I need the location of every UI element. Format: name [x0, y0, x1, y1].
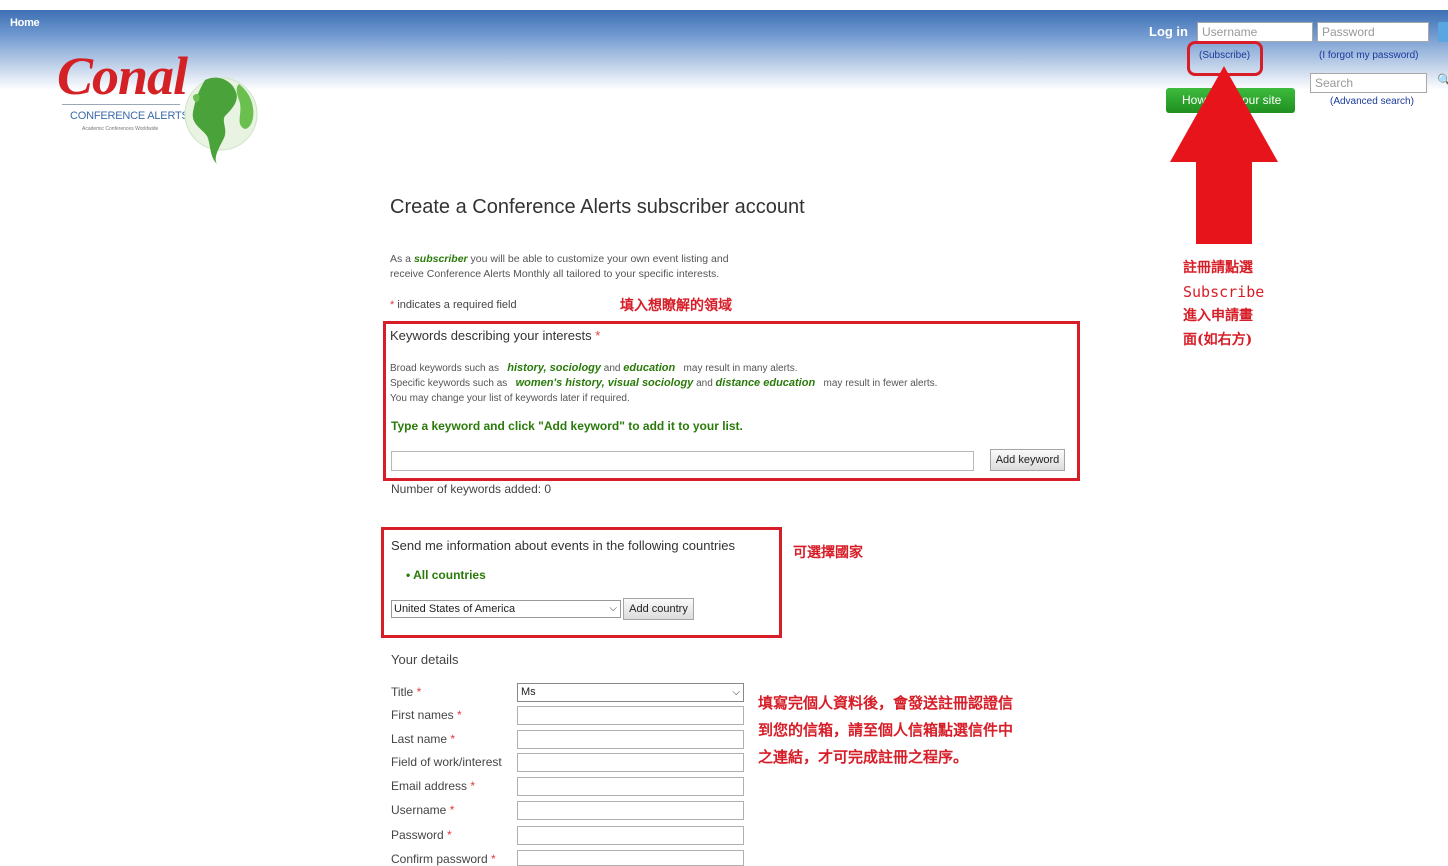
subscribe-annotation-line4: 面(如右方): [1183, 332, 1253, 348]
details-annotation-line3: 之連結，才可完成註冊之程序。: [758, 748, 969, 766]
kw-line2-and: and: [693, 378, 716, 389]
kw-line1-ex1: history: [507, 362, 544, 374]
page-title: Create a Conference Alerts subscriber ac…: [390, 196, 805, 218]
keyword-input[interactable]: [391, 451, 974, 471]
logo-wordmark[interactable]: Conal: [57, 45, 188, 107]
kw-line2-prefix: Specific keywords such as: [390, 378, 511, 389]
kw-line1-suffix: may result in many alerts.: [680, 363, 798, 374]
subscribe-annotation-line2: Subscribe: [1183, 283, 1265, 301]
keywords-heading: Keywords describing your interests *: [390, 328, 600, 343]
first-names-field[interactable]: [517, 706, 744, 725]
search-input[interactable]: Search: [1310, 73, 1427, 93]
home-link[interactable]: Home: [10, 17, 40, 29]
kw-line1-prefix: Broad keywords such as: [390, 363, 502, 374]
go-icon[interactable]: [1438, 22, 1448, 42]
country-select[interactable]: United States of America ⌵: [391, 600, 621, 618]
globe-icon: [184, 77, 258, 164]
email-field[interactable]: [517, 777, 744, 796]
logo-subtitle: CONFERENCE ALERTS: [70, 110, 189, 122]
keywords-required-asterisk: *: [595, 328, 601, 343]
logo-tagline: Academic Conferences Worldwide: [82, 126, 159, 132]
username-field[interactable]: [517, 801, 744, 820]
keywords-help-line1: Broad keywords such as history, sociolog…: [390, 362, 798, 374]
kw-line1-ex3: education: [623, 362, 676, 374]
keywords-instruction: Type a keyword and click "Add keyword" t…: [391, 419, 743, 433]
kw-line2-ex3: distance education: [715, 377, 816, 389]
keywords-help-line2: Specific keywords such as women's histor…: [390, 377, 938, 389]
title-select-value: Ms: [521, 686, 536, 698]
details-annotation: 填寫完個人資料後，會發送註冊認證信 到您的信箱，請至個人信箱點選信件中 之連結，…: [758, 690, 1013, 771]
password-input[interactable]: Password: [1317, 22, 1429, 42]
details-heading: Your details: [391, 652, 459, 667]
keywords-help-line3: You may change your list of keywords lat…: [390, 393, 630, 404]
first-names-label: First names *: [391, 708, 462, 722]
keywords-help: Broad keywords such as history, sociolog…: [390, 361, 937, 406]
confirm-password-field[interactable]: [517, 850, 744, 866]
required-note: * indicates a required field: [390, 299, 517, 311]
last-name-label: Last name *: [391, 732, 456, 746]
intro-suffix: you will be able to customize your own e…: [467, 253, 729, 265]
username-label: Username *: [391, 803, 455, 817]
intro-subscriber: subscriber: [413, 253, 468, 265]
log-in-label: Log in: [1149, 24, 1188, 39]
subscribe-annotation-line1: 註冊請點選: [1183, 260, 1253, 276]
username-input[interactable]: Username: [1197, 22, 1313, 42]
all-countries-item: • All countries: [406, 568, 486, 582]
required-note-text: indicates a required field: [394, 299, 517, 311]
title-select[interactable]: Ms ⌵: [517, 683, 744, 702]
kw-line1-ex2: sociology: [549, 362, 602, 374]
countries-heading: Send me information about events in the …: [391, 538, 735, 553]
intro-text: As a subscriber you will be able to cust…: [390, 252, 750, 282]
keyword-count: Number of keywords added: 0: [391, 482, 552, 496]
chevron-down-icon: ⌵: [609, 603, 617, 614]
arrow-up-icon: [1170, 66, 1278, 244]
kw-line2-suffix: may result in fewer alerts.: [820, 378, 938, 389]
details-annotation-line1: 填寫完個人資料後，會發送註冊認證信: [758, 694, 1014, 712]
intro-prefix: As a: [390, 253, 414, 265]
password-label: Password *: [391, 828, 452, 842]
subscribe-annotation: 註冊請點選 Subscribe 進入申請畫 面(如右方): [1183, 256, 1264, 352]
subscribe-annotation-line3: 進入申請畫: [1183, 308, 1253, 324]
country-select-value: United States of America: [394, 603, 516, 615]
chevron-down-icon: ⌵: [732, 687, 740, 698]
advanced-search-link[interactable]: (Advanced search): [1330, 96, 1414, 107]
country-annotation: 可選擇國家: [793, 545, 863, 561]
last-name-field[interactable]: [517, 730, 744, 749]
search-icon[interactable]: 🔍: [1437, 73, 1448, 87]
field-of-work-field[interactable]: [517, 753, 744, 772]
email-label: Email address *: [391, 779, 476, 793]
keywords-heading-text: Keywords describing your interests: [390, 328, 592, 343]
title-label: Title *: [391, 685, 422, 699]
forgot-password-link[interactable]: (I forgot my password): [1319, 50, 1418, 61]
logo-divider: [62, 104, 180, 105]
field-of-work-label: Field of work/interest: [391, 755, 502, 769]
confirm-password-label: Confirm password *: [391, 852, 496, 866]
password-field[interactable]: [517, 826, 744, 845]
details-annotation-line2: 到您的信箱，請至個人信箱點選信件中: [758, 721, 1014, 739]
kw-line2-ex1: women's history: [515, 377, 602, 389]
kw-line1-and: and: [601, 363, 624, 374]
add-keyword-button[interactable]: Add keyword: [990, 449, 1065, 471]
keywords-annotation: 填入想瞭解的領域: [620, 298, 732, 314]
intro-line2: receive Conference Alerts Monthly all ta…: [390, 268, 720, 280]
kw-line2-ex2: visual sociology: [607, 377, 694, 389]
add-country-button[interactable]: Add country: [623, 598, 694, 620]
